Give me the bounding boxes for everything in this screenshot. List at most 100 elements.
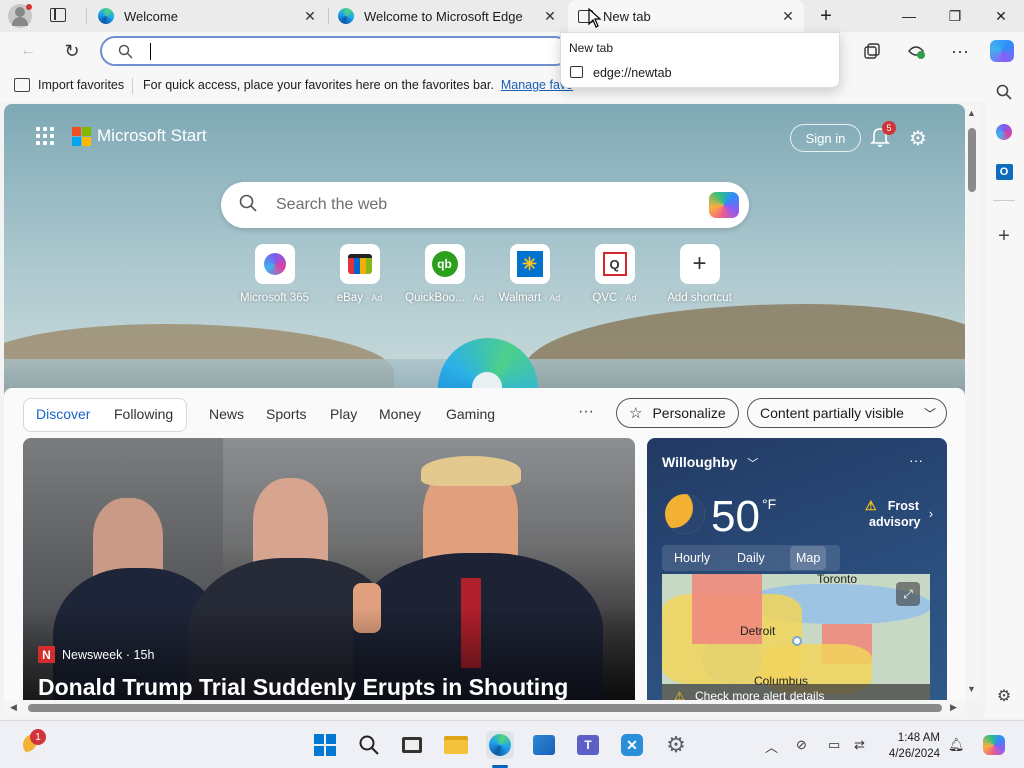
edge-taskbar-icon[interactable] <box>486 731 514 759</box>
sidebar-outlook-icon[interactable]: O <box>992 160 1016 184</box>
settings-gear-icon[interactable]: ⚙ <box>662 731 690 759</box>
settings-more-icon[interactable]: ··· <box>946 37 974 65</box>
expand-map-icon[interactable]: ⤢ <box>896 582 920 606</box>
weather-tab-map[interactable]: Map <box>790 546 827 570</box>
task-view-icon[interactable] <box>398 731 426 759</box>
tab-gaming[interactable]: Gaming <box>446 406 495 422</box>
start-button-icon[interactable] <box>311 731 339 759</box>
content-visibility-dropdown[interactable]: Content partially visible ﹀ <box>747 398 947 428</box>
quick-link-ebay[interactable]: eBay · Ad <box>317 244 402 304</box>
news-headline[interactable]: Donald Trump Trial Suddenly Erupts in Sh… <box>38 674 568 700</box>
scroll-left-icon[interactable]: ◀ <box>10 702 17 713</box>
scroll-down-icon[interactable]: ▼ <box>967 684 976 694</box>
content-feed: Discover Following News Sports Play Mone… <box>4 388 965 700</box>
notification-bell-icon[interactable]: 🔔︎ <box>948 737 965 753</box>
quick-link-label: Add shortcut <box>667 292 732 304</box>
sidebar-m365-icon[interactable] <box>992 120 1016 144</box>
tab-new-tab[interactable]: New tab ✕ <box>568 0 804 32</box>
tab-actions-icon[interactable] <box>50 8 66 22</box>
collections-icon[interactable] <box>858 37 886 65</box>
minimize-button[interactable]: — <box>886 0 932 32</box>
quick-link-microsoft-365[interactable]: Microsoft 365 <box>232 244 317 304</box>
newtab-icon <box>570 66 583 78</box>
back-icon[interactable]: ← <box>14 37 42 65</box>
search-placeholder: Search the web <box>276 196 388 213</box>
quick-link-label: Microsoft 365 <box>239 292 310 304</box>
scroll-up-icon[interactable]: ▲ <box>967 108 976 118</box>
show-hidden-icons-icon[interactable]: ︿ <box>765 737 778 756</box>
tab-sports[interactable]: Sports <box>266 406 306 422</box>
close-tab-icon[interactable]: ✕ <box>302 8 318 24</box>
quick-link-walmart[interactable]: ✳ Walmart · Ad <box>487 244 572 304</box>
add-shortcut-button[interactable]: + Add shortcut <box>657 244 742 304</box>
microsoft-store-icon[interactable] <box>530 731 558 759</box>
app-icon[interactable]: ✕ <box>618 731 646 759</box>
tab-news[interactable]: News <box>209 406 244 422</box>
tab-welcome-to-edge[interactable]: Welcome to Microsoft Edge ✕ <box>330 0 566 32</box>
weather-map[interactable]: Toronto Detroit Columbus ⤢ ⚠ Check more … <box>662 574 930 700</box>
personalize-label: Personalize <box>652 405 726 421</box>
web-search-box[interactable]: Search the web <box>221 182 749 228</box>
close-window-button[interactable]: ✕ <box>978 0 1024 32</box>
profile-avatar[interactable] <box>8 4 32 28</box>
quick-link-label: QVC <box>592 292 618 304</box>
weather-temperature: 50 <box>711 492 760 541</box>
system-clock[interactable]: 1:48 AM 4/26/2024 <box>868 730 940 762</box>
tab-following[interactable]: Following <box>114 406 173 422</box>
tab-discover[interactable]: Discover <box>36 406 90 422</box>
new-tab-button[interactable]: + <box>804 0 848 32</box>
favorites-hint-text: For quick access, place your favorites h… <box>143 78 494 92</box>
chevron-right-icon: › <box>928 507 933 521</box>
personalize-button[interactable]: ☆ Personalize <box>616 398 739 428</box>
weather-card[interactable]: Willoughby ﹀ ··· 50 °F ⚠ Frost advisory … <box>647 438 947 700</box>
display-icon[interactable]: ▭ <box>828 737 840 753</box>
address-bar[interactable] <box>100 36 570 66</box>
search-icon[interactable] <box>355 731 383 759</box>
teams-icon[interactable]: T <box>574 731 602 759</box>
warning-icon: ⚠ <box>865 498 877 513</box>
weather-location[interactable]: Willoughby ﹀ <box>662 454 758 471</box>
quick-link-quickbooks[interactable]: qb QuickBoo... · Ad <box>402 244 487 304</box>
scrollbar-thumb[interactable] <box>968 128 976 192</box>
language-icon[interactable]: ⇄ <box>854 737 865 753</box>
new-tab-page: Microsoft Start Sign in 5 ⚙ Search the w… <box>4 104 965 700</box>
tab-money[interactable]: Money <box>379 406 421 422</box>
scrollbar-thumb[interactable] <box>28 704 942 712</box>
network-off-icon[interactable]: ⊘ <box>796 737 807 753</box>
close-tab-icon[interactable]: ✕ <box>542 8 558 24</box>
close-tab-icon[interactable]: ✕ <box>780 8 796 24</box>
news-card[interactable]: N Newsweek · 15h Donald Trump Trial Sudd… <box>23 438 635 700</box>
tab-welcome[interactable]: Welcome ✕ <box>90 0 326 32</box>
refresh-icon[interactable]: ↻ <box>58 37 86 65</box>
favorites-hint: For quick access, place your favorites h… <box>143 78 573 92</box>
browser-essentials-icon[interactable] <box>902 37 930 65</box>
frost-advisory[interactable]: ⚠ Frost advisory › <box>865 498 933 530</box>
copilot-icon[interactable] <box>988 37 1016 65</box>
sign-in-button[interactable]: Sign in <box>790 124 861 152</box>
more-topics-icon[interactable]: ··· <box>578 403 594 421</box>
tab-play[interactable]: Play <box>330 406 357 422</box>
vertical-scrollbar[interactable]: ▲ ▼ <box>965 104 979 700</box>
page-settings-gear-icon[interactable]: ⚙ <box>909 126 927 151</box>
scroll-right-icon[interactable]: ▶ <box>950 702 957 713</box>
import-favorites-button[interactable]: Import favorites <box>14 78 124 92</box>
restore-button[interactable]: ❐ <box>932 0 978 32</box>
file-explorer-icon[interactable] <box>442 731 470 759</box>
toolbar: ← ↻ ··· <box>0 32 1024 70</box>
check-alert-details-link[interactable]: ⚠ Check more alert details <box>662 684 930 700</box>
copilot-icon[interactable] <box>709 192 739 218</box>
app-launcher-icon[interactable] <box>36 127 54 145</box>
sidebar-settings-icon[interactable]: ⚙ <box>992 684 1016 708</box>
tab-strip: Welcome ✕ Welcome to Microsoft Edge ✕ Ne… <box>0 0 1024 32</box>
chevron-down-icon: ﹀ <box>747 458 759 470</box>
weather-tab-hourly[interactable]: Hourly <box>674 551 710 565</box>
sidebar-add-icon[interactable]: + <box>992 224 1016 248</box>
weather-tab-daily[interactable]: Daily <box>737 551 765 565</box>
sidebar-search-icon[interactable] <box>992 80 1016 104</box>
copilot-preview-icon[interactable] <box>980 731 1008 759</box>
weather-more-icon[interactable]: ··· <box>909 452 923 468</box>
address-input[interactable] <box>152 41 552 61</box>
quick-link-qvc[interactable]: Q QVC · Ad <box>572 244 657 304</box>
horizontal-scrollbar[interactable]: ◀ ▶ <box>4 700 965 716</box>
walmart-icon: ✳ <box>509 244 550 284</box>
